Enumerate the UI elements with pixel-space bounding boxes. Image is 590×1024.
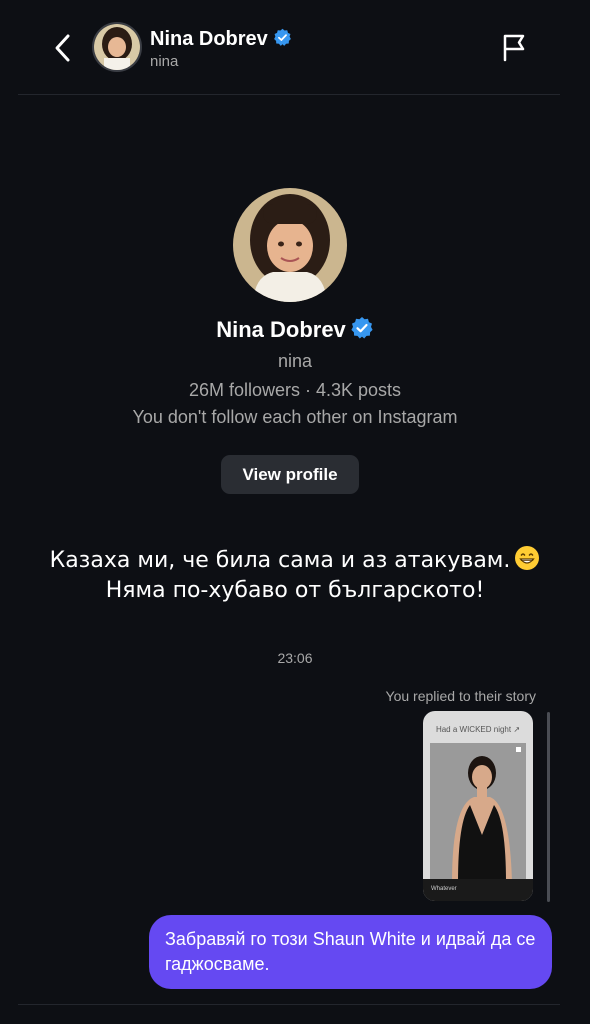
report-button[interactable] [500,32,528,62]
profile-stats: 26M followers · 4.3K posts [188,380,402,400]
verified-badge-icon [273,29,291,47]
profile-display-name: Nina Dobrev [0,316,590,343]
header-username: nina [150,53,179,70]
header-name-text: Nina Dobrev [150,28,268,50]
flag-icon [503,34,525,62]
incoming-message-line-2: Няма по-хубаво от българското! [105,578,485,603]
grinning-emoji-icon [515,546,540,570]
story-image [430,743,526,883]
header-display-name[interactable]: Nina Dobrev [150,28,292,51]
verified-badge-icon [351,317,373,339]
story-footer-text: Whatever [431,886,457,892]
profile-avatar[interactable] [233,188,347,302]
chat-header: Nina Dobrev nina [0,0,590,94]
avatar-image [94,24,140,70]
story-caption: Had a WICKED night ↗ [435,725,521,734]
profile-photo [233,188,347,302]
header-divider [18,94,560,95]
profile-username: nina [277,351,313,371]
story-photo [430,743,526,883]
view-profile-button[interactable]: View profile [221,455,359,494]
story-reply-label: You replied to their story [385,688,536,704]
profile-name-text: Nina Dobrev [216,317,346,343]
header-avatar[interactable] [92,22,142,72]
incoming-message[interactable]: Казаха ми, че била сама и аз атакувам. Н… [0,546,590,606]
chevron-left-icon [55,34,70,62]
composer-divider [18,1004,560,1005]
scrollbar[interactable] [547,712,550,902]
incoming-line-1-text: Казаха ми, че била сама и аз атакувам. [49,548,511,573]
back-button[interactable] [48,30,78,66]
follow-status: You don't follow each other on Instagram [132,407,458,427]
outgoing-message[interactable]: Забравяй го този Shaun White и идвай да … [149,915,552,989]
message-timestamp: 23:06 [277,650,313,666]
incoming-message-line-1: Казаха ми, че била сама и аз атакувам. [0,546,590,576]
story-preview[interactable]: Had a WICKED night ↗ Whatever [423,711,533,901]
story-footer: Whatever [423,879,533,901]
